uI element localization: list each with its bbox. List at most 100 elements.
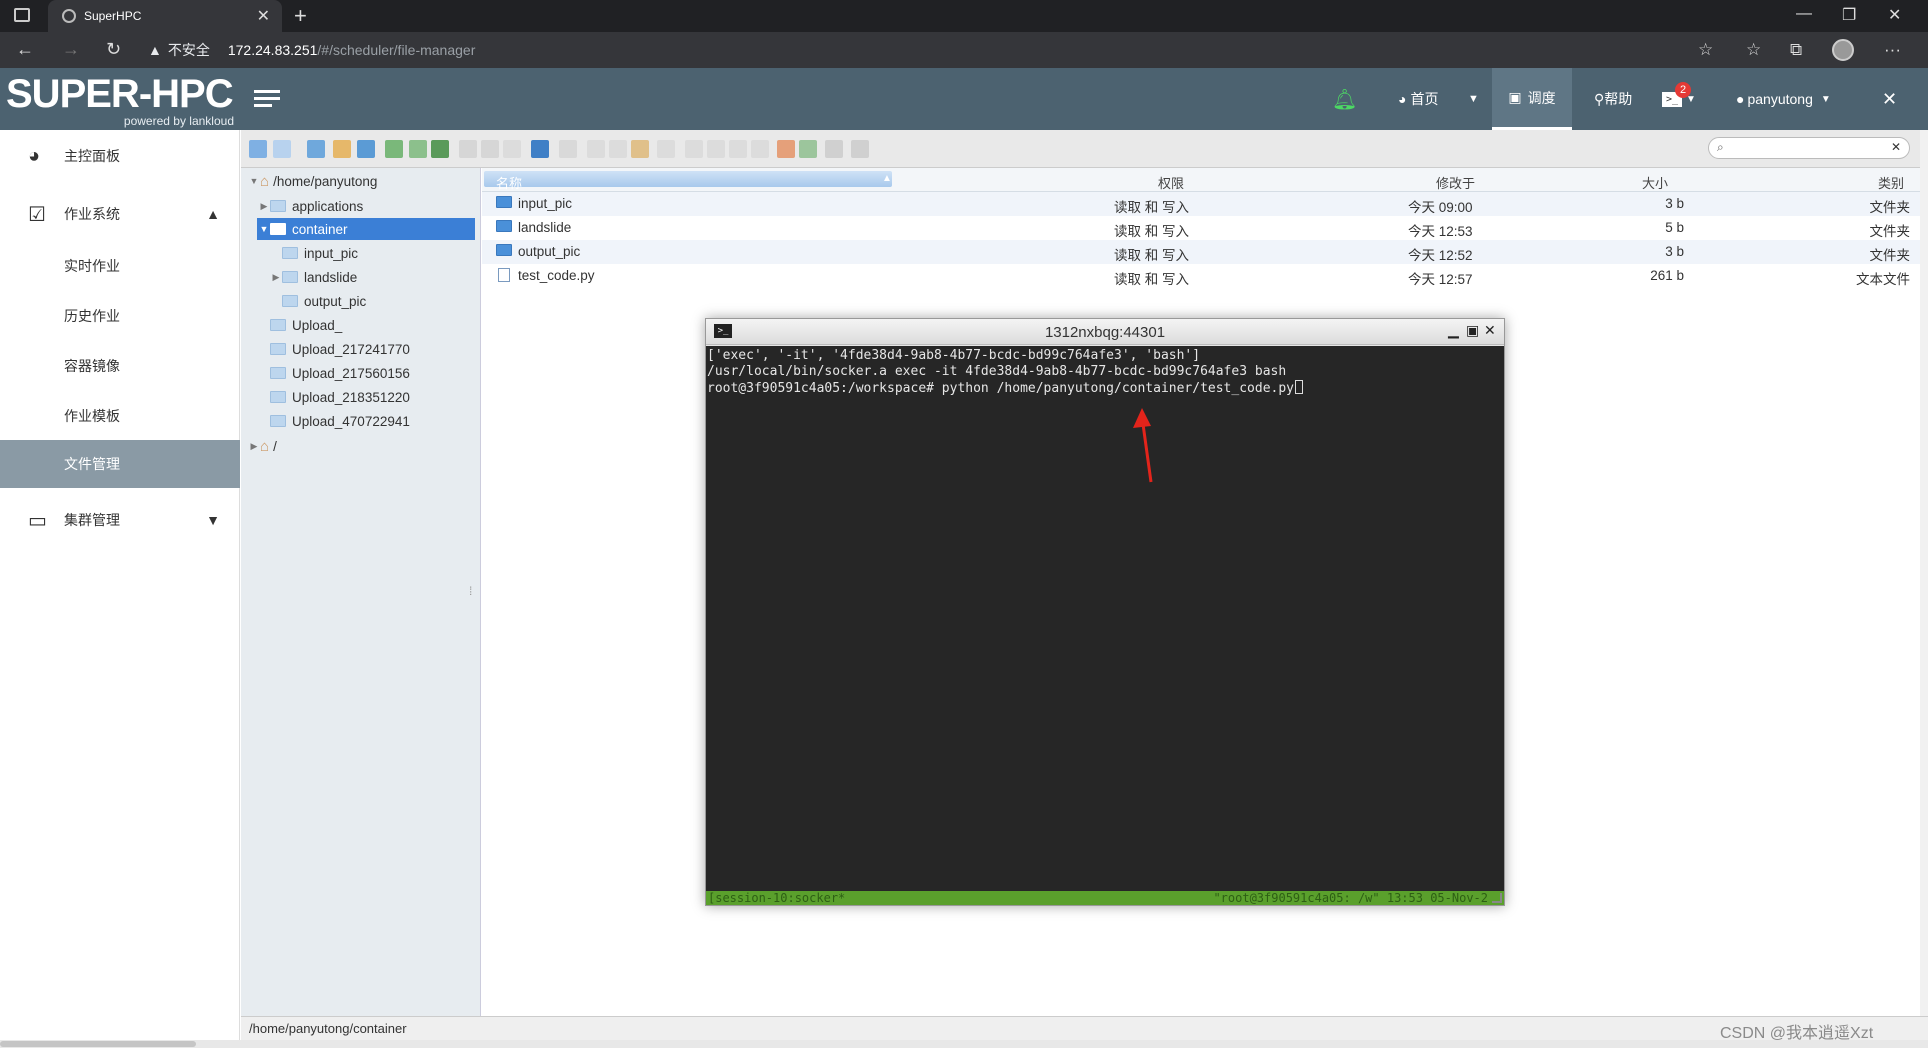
tree-item-upload-2[interactable]: Upload_217560156 — [270, 362, 410, 384]
collections-icon[interactable]: ⧉ — [1790, 40, 1802, 60]
tree-root[interactable]: ▼ ⌂ /home/panyutong — [248, 170, 378, 192]
back-icon[interactable]: ← — [16, 39, 34, 60]
file-size: 5 b — [1665, 220, 1684, 235]
resize-grip-icon[interactable] — [1492, 893, 1502, 903]
archive-icon[interactable] — [777, 140, 795, 158]
terminal-window[interactable]: >_ 1312nxbqg:44301 ▁ ▣ ✕ ['exec', '-it',… — [705, 318, 1505, 906]
reload-icon[interactable] — [307, 140, 325, 158]
file-row[interactable]: input_pic 读取 和 写入 今天 09:00 3 b 文件夹 — [482, 192, 1920, 216]
reload-icon[interactable]: ↻ — [106, 39, 121, 60]
view-icon[interactable] — [825, 140, 843, 158]
select-icon[interactable] — [503, 140, 521, 158]
vertical-scrollbar[interactable] — [1920, 130, 1928, 1016]
tree-item-label: Upload_470722941 — [292, 413, 410, 429]
preview-icon[interactable] — [559, 140, 577, 158]
column-header-modified[interactable]: 修改于 — [1436, 173, 1475, 192]
user-menu[interactable]: ● panyutong ▼ — [1736, 68, 1831, 130]
more-icon[interactable]: ··· — [1884, 40, 1901, 60]
scrollbar-thumb[interactable] — [0, 1041, 196, 1047]
nav-help[interactable]: ⚲ 帮助 — [1594, 68, 1632, 130]
panel-splitter[interactable]: ⁞ — [469, 584, 472, 598]
sidebar-item-dashboard[interactable]: ◕ 主控面板 — [0, 136, 240, 176]
profile-avatar[interactable] — [1832, 39, 1854, 61]
fullscreen-icon[interactable]: ✕ — [1882, 68, 1897, 130]
tree-item-input-pic[interactable]: input_pic — [282, 242, 358, 264]
column-header-kind[interactable]: 类别 — [1878, 173, 1904, 192]
user-icon: ● — [1736, 91, 1745, 107]
column-header-perm[interactable]: 权限 — [1158, 173, 1184, 192]
column-header-size[interactable]: 大小 — [1642, 173, 1668, 192]
copy-icon[interactable] — [587, 140, 605, 158]
tree-item-label: container — [292, 221, 348, 237]
save-icon[interactable] — [431, 140, 449, 158]
new-file-icon[interactable] — [481, 140, 499, 158]
delete-icon[interactable] — [657, 140, 675, 158]
upload-icon[interactable] — [385, 140, 403, 158]
up-icon[interactable] — [357, 140, 375, 158]
tree-item-upload-3[interactable]: Upload_218351220 — [270, 386, 410, 408]
forward-icon[interactable]: → — [62, 39, 80, 60]
info-icon[interactable] — [531, 140, 549, 158]
sidebar-item-history-jobs[interactable]: 历史作业 — [0, 296, 240, 336]
sidebar-item-container-images[interactable]: 容器镜像 — [0, 346, 240, 386]
back-icon[interactable] — [249, 140, 267, 158]
minimize-icon[interactable]: ▁ — [1448, 322, 1459, 339]
clear-icon[interactable]: ✕ — [1891, 140, 1901, 154]
terminal-menu[interactable]: >_ ▼ — [1662, 68, 1696, 130]
tree-item-upload-4[interactable]: Upload_470722941 — [270, 410, 410, 432]
file-row[interactable]: landslide 读取 和 写入 今天 12:53 5 b 文件夹 — [482, 216, 1920, 240]
nav-home[interactable]: ◕ 首页 — [1398, 68, 1438, 130]
sidebar-item-realtime-jobs[interactable]: 实时作业 — [0, 246, 240, 286]
favorites-icon[interactable]: ☆ — [1746, 40, 1761, 60]
paste-icon[interactable] — [631, 140, 649, 158]
new-tab-icon[interactable]: + — [294, 3, 307, 29]
tree-item-container[interactable]: ▼ container — [258, 218, 348, 240]
file-row[interactable]: test_code.py 读取 和 写入 今天 12:57 261 b 文本文件 — [482, 264, 1920, 288]
tree-item-upload[interactable]: Upload_ — [270, 314, 342, 336]
sidebar-item-jobs[interactable]: ☑ 作业系统 ▲ — [0, 194, 240, 234]
maximize-icon[interactable]: ▣ — [1466, 322, 1479, 339]
file-row[interactable]: output_pic 读取 和 写入 今天 12:52 3 b 文件夹 — [482, 240, 1920, 264]
tree-item-label: input_pic — [304, 245, 359, 261]
edit-icon[interactable] — [729, 140, 747, 158]
close-icon[interactable]: ✕ — [1484, 322, 1496, 339]
notification-bell[interactable]: 🔔︎ — [1332, 68, 1357, 130]
sidebar-item-cluster[interactable]: ▭ 集群管理 ▼ — [0, 500, 240, 540]
cut-icon[interactable] — [609, 140, 627, 158]
name-column-sort[interactable] — [484, 171, 892, 187]
sidebar-item-job-templates[interactable]: 作业模板 — [0, 396, 240, 436]
forward-icon[interactable] — [273, 140, 291, 158]
download-icon[interactable] — [409, 140, 427, 158]
menu-toggle-icon[interactable] — [254, 90, 280, 110]
resize-icon[interactable] — [751, 140, 769, 158]
tree-item-landslide[interactable]: ▶ landslide — [270, 266, 358, 288]
terminal-titlebar[interactable]: >_ 1312nxbqg:44301 ▁ ▣ ✕ — [706, 319, 1504, 345]
url-field[interactable]: ▲ 不安全 172.24.83.251 /#/scheduler/file-ma… — [148, 36, 1722, 64]
restore-icon[interactable]: ❐ — [1842, 5, 1856, 25]
nav-schedule[interactable]: ▣ 调度 — [1492, 68, 1572, 130]
file-search-input[interactable]: ⌕ ✕ — [1708, 137, 1910, 159]
tab-actions-icon[interactable] — [14, 8, 30, 22]
new-folder-icon[interactable] — [459, 140, 477, 158]
minimize-icon[interactable]: — — [1796, 5, 1812, 23]
column-header-name[interactable]: 名称 — [496, 173, 522, 192]
tree-item-upload-1[interactable]: Upload_217241770 — [270, 338, 410, 360]
tab-close-icon[interactable]: ✕ — [257, 6, 270, 26]
tree-item-output-pic[interactable]: output_pic — [282, 290, 366, 312]
favorite-add-icon[interactable]: ☆ — [1698, 40, 1713, 60]
duplicate-icon[interactable] — [685, 140, 703, 158]
home-icon[interactable] — [333, 140, 351, 158]
browser-tab[interactable]: SuperHPC ✕ — [48, 0, 282, 32]
settings-icon[interactable] — [851, 140, 869, 158]
rename-icon[interactable] — [707, 140, 725, 158]
tree-item-applications[interactable]: ▶ applications — [258, 195, 364, 217]
extract-icon[interactable] — [799, 140, 817, 158]
close-window-icon[interactable]: ✕ — [1888, 5, 1901, 25]
sidebar-item-file-manager[interactable]: 文件管理 — [0, 440, 240, 488]
terminal-screen[interactable]: ['exec', '-it', '4fde38d4-9ab8-4b77-bcdc… — [706, 346, 1504, 891]
nav-dropdown-icon[interactable]: ▼ — [1468, 68, 1479, 130]
horizontal-scrollbar[interactable] — [0, 1040, 1928, 1048]
tree-item-label: Upload_ — [292, 317, 343, 333]
tree-item-root[interactable]: ▶ ⌂ / — [248, 435, 277, 457]
nav-schedule-label: 调度 — [1527, 89, 1556, 106]
